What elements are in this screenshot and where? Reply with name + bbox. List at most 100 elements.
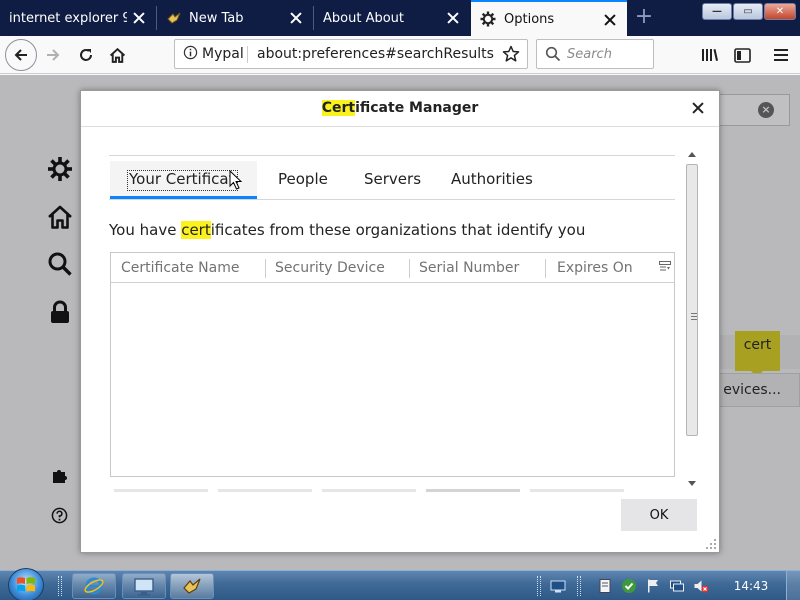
column-picker-icon[interactable] — [659, 261, 671, 273]
action-center-flag-icon[interactable] — [645, 578, 661, 594]
dialog-close-icon[interactable] — [691, 101, 705, 115]
sidebar-button[interactable] — [727, 40, 757, 70]
column-certificate-name[interactable]: Certificate Name — [111, 253, 265, 283]
resize-grip-icon[interactable] — [705, 538, 717, 550]
taskbar-internet-explorer[interactable] — [72, 573, 116, 599]
dialog-header: Certificate Manager — [81, 91, 719, 127]
tab-label: Your Certificates — [129, 170, 237, 188]
general-gear-icon[interactable] — [47, 156, 73, 182]
back-button[interactable] — [5, 39, 37, 71]
tab-servers[interactable]: Servers — [364, 161, 421, 199]
url-bar[interactable]: Mypal about:preferences#searchResults — [174, 39, 528, 69]
monitor-icon — [134, 578, 154, 596]
certificate-manager-dialog: Certificate Manager Your Certificates Pe… — [80, 90, 720, 553]
tab-internet-explorer-9[interactable]: internet explorer 9 - Bi — [0, 0, 156, 36]
url-text[interactable]: about:preferences#searchResults — [257, 40, 494, 68]
tabs-bottom-divider — [109, 199, 675, 200]
security-shield-tray-icon[interactable] — [621, 578, 637, 594]
info-icon — [183, 45, 198, 60]
tab-new-tab[interactable]: New Tab — [157, 0, 313, 36]
description-highlight: cert — [181, 221, 211, 239]
clear-search-icon[interactable]: × — [758, 102, 774, 118]
scroll-down-arrow-icon[interactable] — [688, 481, 696, 486]
navigation-toolbar: Mypal about:preferences#searchResults — [0, 36, 800, 74]
close-tab-icon[interactable] — [446, 11, 460, 25]
tab-people[interactable]: People — [278, 161, 328, 199]
show-desktop-button[interactable] — [786, 571, 800, 600]
new-tab-button[interactable]: + — [632, 6, 656, 30]
close-tab-icon[interactable] — [132, 11, 146, 25]
mypal-icon — [167, 12, 181, 24]
document-tray-icon[interactable] — [597, 578, 613, 594]
minimize-button[interactable]: — — [702, 3, 732, 20]
back-arrow-icon — [14, 49, 27, 61]
extensions-puzzle-icon[interactable] — [51, 466, 69, 484]
column-serial-number[interactable]: Serial Number — [409, 253, 545, 283]
title-rest: ificate Manager — [355, 100, 479, 116]
tab-options[interactable]: Options — [471, 0, 627, 36]
tab-title: New Tab — [189, 10, 244, 26]
minimize-icon: — — [712, 6, 722, 17]
tray-grip — [577, 576, 581, 596]
internet-explorer-icon — [84, 577, 104, 595]
privacy-lock-icon[interactable] — [47, 299, 73, 325]
taskbar-mypal-browser[interactable] — [170, 573, 214, 599]
site-identity[interactable]: Mypal — [183, 40, 244, 68]
mouse-cursor-icon — [229, 170, 243, 190]
home-button[interactable] — [102, 40, 132, 70]
maximize-icon: ▭ — [743, 6, 753, 17]
title-highlight: Cert — [321, 100, 356, 116]
tab-strip: internet explorer 9 - Bi New Tab About A… — [0, 0, 800, 36]
forward-button[interactable] — [38, 40, 68, 70]
windows-logo-icon — [17, 577, 35, 592]
forward-arrow-icon — [47, 49, 60, 61]
tabs-top-divider — [109, 155, 675, 156]
tab-title: About About — [323, 10, 405, 26]
scrollbar-grip-icon — [691, 313, 697, 320]
dialog-scrollbar[interactable] — [684, 148, 700, 490]
close-tab-icon[interactable] — [603, 13, 617, 27]
description-text: You have — [109, 221, 182, 239]
start-button[interactable] — [8, 568, 44, 600]
home-icon — [109, 47, 125, 63]
help-icon[interactable] — [51, 507, 68, 524]
reload-icon — [80, 49, 92, 61]
scrollbar-thumb[interactable] — [686, 164, 698, 436]
hamburger-menu-icon — [774, 49, 788, 61]
ok-button[interactable]: OK — [621, 499, 697, 531]
taskbar-clock[interactable]: 14:43 — [728, 571, 774, 600]
windows-taskbar: 14:43 — [0, 568, 800, 600]
close-tab-icon[interactable] — [289, 11, 303, 25]
close-icon: ✕ — [775, 6, 785, 17]
taskbar-remote-desktop[interactable] — [122, 573, 166, 599]
home-section-icon[interactable] — [47, 204, 73, 230]
identity-label: Mypal — [202, 46, 244, 62]
description-text-rest: ificates from these organizations that i… — [210, 221, 586, 239]
certificates-tree[interactable]: Certificate Name Security Device Serial … — [110, 252, 675, 477]
window-close-button[interactable]: ✕ — [764, 3, 796, 20]
url-separator — [247, 46, 248, 63]
display-tray-icon[interactable] — [550, 578, 566, 594]
tab-authorities[interactable]: Authorities — [451, 161, 533, 199]
scroll-up-arrow-icon[interactable] — [688, 152, 696, 157]
network-tray-icon[interactable] — [669, 578, 685, 594]
tab-title: internet explorer 9 - Bi — [9, 10, 127, 26]
search-section-icon[interactable] — [47, 251, 73, 277]
search-bar[interactable] — [536, 39, 654, 69]
column-expires-on[interactable]: Expires On — [547, 253, 655, 283]
taskbar-grip — [58, 576, 62, 596]
maximize-button[interactable]: ▭ — [733, 3, 763, 20]
library-button[interactable] — [695, 40, 725, 70]
reload-button[interactable] — [71, 40, 101, 70]
search-input[interactable] — [567, 44, 647, 64]
bookmark-star-icon[interactable] — [502, 45, 520, 63]
tab-description: You have certificates from these organiz… — [109, 221, 585, 239]
column-security-device[interactable]: Security Device — [265, 253, 409, 283]
column-splitter[interactable] — [545, 259, 546, 278]
tab-about-about[interactable]: About About — [314, 0, 470, 36]
library-icon — [702, 49, 718, 61]
tab-title: Options — [504, 11, 555, 27]
menu-button[interactable] — [766, 40, 796, 70]
volume-muted-icon[interactable] — [693, 578, 709, 594]
dialog-title: Certificate Manager — [81, 100, 719, 116]
